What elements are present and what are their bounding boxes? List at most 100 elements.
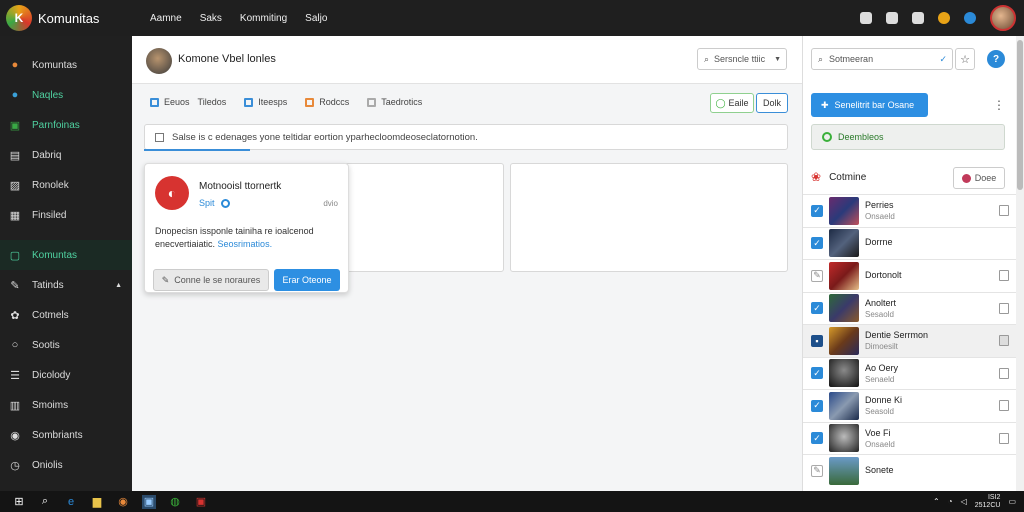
chat-app-icon[interactable]: ◍ [168,495,182,509]
komunitas-taskbar-icon[interactable]: ▣ [194,495,208,509]
app-logo[interactable]: K [6,5,32,31]
chrome-icon[interactable]: ◉ [116,495,130,509]
tab-tiledos[interactable]: Tiledos [198,97,227,107]
checkbox[interactable]: ✓ [811,399,823,412]
right-primary-button[interactable]: ✚ Senelitrit bar Osane [811,93,928,117]
doc-icon[interactable] [999,335,1009,347]
clock-time: ISI2 [987,493,1001,501]
tab-iteesps[interactable]: Iteesps [244,97,287,107]
tab-eeuos[interactable]: Eeuos [150,97,190,107]
list-item[interactable]: ✎ Dortonolt [803,259,1024,292]
star-button[interactable]: ☆ [955,48,975,70]
thumbnail-image [829,456,859,485]
sidebar-item-finsiled[interactable]: ▦ Finsiled [0,200,132,230]
settings-icon: ✿ [10,309,20,322]
wifi-icon[interactable]: ◔ [948,497,953,506]
doc-icon[interactable] [999,302,1009,314]
doc-icon[interactable] [999,205,1009,217]
primary-button[interactable]: Erar Oteone [274,269,340,291]
list-item[interactable]: ✓ Anoltert Sesaold [803,291,1024,325]
card-title: Motnooisl ttornertk [199,181,282,192]
volume-icon[interactable]: ◁ [961,497,967,506]
doc-button[interactable]: Dolk [756,93,788,113]
top-nav-item[interactable]: Aamne [150,13,182,24]
taskbar: ⊞ ⌕ e ▆ ◉ ▣ ◍ ▣ ⌃ ◔ ◁ ISI2 2512CU ▭ [0,491,1024,512]
sidebar-item-sootis[interactable]: ○ Sootis [0,330,132,360]
search-dropdown[interactable]: ⌕ Sersncle ttiic ▼ [697,48,787,70]
top-nav-item[interactable]: Kommiting [240,13,287,24]
chevron-up-icon[interactable]: ⌃ [933,497,940,506]
message-icon[interactable] [886,12,898,24]
sidebar-item-dabriq[interactable]: ▤ Dabriq [0,140,132,170]
item-name: Perries [865,200,894,211]
sidebar-item-label: Tatinds [32,279,64,291]
sidebar-item-ronolek[interactable]: ▨ Ronolek [0,170,132,200]
tab-label: Taedrotics [381,97,423,107]
start-icon[interactable]: ⊞ [12,495,26,509]
sidebar-item-oniolis[interactable]: ◷ Oniolis [0,450,132,480]
card-link[interactable]: Seosrimatios. [218,239,273,249]
app-icon[interactable]: ▣ [142,494,156,509]
help-icon[interactable]: ? [987,50,1005,68]
browser-icon[interactable]: e [64,495,78,509]
list-item[interactable]: ✓ Voe Fi Onsaeld [803,421,1024,455]
tab-taedrotics[interactable]: Taedrotics [367,97,422,107]
list-item[interactable]: ✓ Ao Oery Senaeld [803,356,1024,390]
more-icon[interactable]: ⋮ [993,98,1005,112]
globe-icon[interactable] [964,12,976,24]
doc-icon[interactable] [999,432,1009,444]
checkbox[interactable]: ✎ [811,269,823,282]
edit-button[interactable]: ◯ Eaile [710,93,754,113]
checkbox[interactable]: ✎ [811,464,823,477]
notification-icon[interactable]: ▭ [1008,497,1016,506]
list-item[interactable]: ✓ Dorrne [803,226,1024,260]
scrollbar-thumb[interactable] [1017,40,1023,190]
brand-logo-icon: ◐ [155,176,189,210]
chat-icon: ▢ [9,249,21,262]
sidebar-item-dicolody[interactable]: ☰ Dicolody [0,360,132,390]
checkbox[interactable]: ✓ [811,204,823,217]
checkbox[interactable]: ✓ [811,367,823,380]
sidebar-item-smoims[interactable]: ▥ Smoims [0,390,132,420]
scrollbar[interactable] [1016,36,1024,491]
doc-icon[interactable] [999,270,1009,282]
checkbox[interactable]: ✓ [811,237,823,250]
right-green-button[interactable]: Deembleos [811,124,1005,150]
top-nav-item[interactable]: Saks [200,13,222,24]
item-sub: Onsaeld [865,212,895,222]
item-sub: Sesaold [865,309,894,319]
folder-icon[interactable]: ▆ [90,495,104,509]
list-item[interactable]: ✎ Sonete [803,454,1024,487]
sidebar-item-cotmels[interactable]: ✿ Cotmels [0,300,132,330]
list-item[interactable]: ▪ Dentie Serrmon Dimoesilt [803,324,1024,357]
checkbox[interactable]: ▪ [811,334,823,347]
profile-avatar[interactable] [146,48,172,74]
done-button[interactable]: Doee [953,167,1005,189]
profile-name: Komone Vbel lonles [178,53,276,65]
checkbox[interactable]: ✓ [811,302,823,315]
search-icon[interactable]: ⌕ [38,495,52,509]
sidebar-item-tatinds[interactable]: ✎ Tatinds ▲ [0,270,132,300]
right-search-input[interactable]: ⌕ Sotmeeran ✓ [811,48,953,70]
doc-icon[interactable] [999,367,1009,379]
edit-button-label: Eaile [728,98,749,108]
list-item[interactable]: ✓ Perries Onsaeld [803,194,1024,227]
clock[interactable]: ISI2 2512CU [975,494,1001,510]
doc-icon[interactable] [999,400,1009,412]
coin-icon[interactable] [938,12,950,24]
doc-icon[interactable] [912,12,924,24]
sidebar-item-naqles[interactable]: ● Naqles [0,80,132,110]
sidebar-item-parnfoinas[interactable]: ▣ Parnfoinas [0,110,132,140]
checkbox[interactable]: ✓ [811,432,823,445]
sidebar-item-sombriants[interactable]: ◉ Sombriants [0,420,132,450]
bell-icon[interactable] [860,12,872,24]
tab-rodccs[interactable]: Rodccs [305,97,349,107]
secondary-button[interactable]: ✎ Conne le se noraures [153,269,269,291]
sidebar-item-komuntas[interactable]: ● Komuntas [0,50,132,80]
expand-icon[interactable]: ▲ [115,282,122,289]
list-item[interactable]: ✓ Donne Ki Seasold [803,389,1024,422]
notice-bar[interactable]: Salse is c edenages yone teltidar eortio… [144,124,788,150]
top-nav-item[interactable]: Saljo [305,13,327,24]
user-avatar[interactable] [990,5,1016,31]
sidebar-item-komuntas-active[interactable]: ▢ Komuntas [0,240,132,270]
